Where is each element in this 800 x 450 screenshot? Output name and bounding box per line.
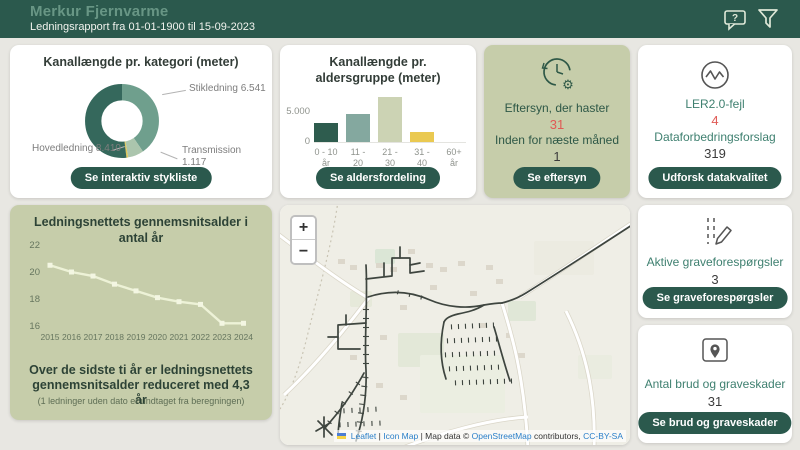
card-network-map: + − Leaflet | Icon Map | Map data © Open… <box>280 205 630 445</box>
bar-0 - 10 år <box>314 123 338 142</box>
dig-requests-label: Aktive graveforespørgsler <box>638 255 792 269</box>
map-attribution: Leaflet | Icon Map | Map data © OpenStre… <box>334 430 626 442</box>
damages-value: 31 <box>638 394 792 409</box>
map-zoom-out-button[interactable]: − <box>292 240 315 263</box>
bar-21 - 30 år <box>378 97 402 142</box>
bar-ytick-5000: 5.000 <box>284 106 310 117</box>
svg-text:2016: 2016 <box>62 332 81 342</box>
inspections-next-month-value: 1 <box>484 149 630 164</box>
svg-text:2021: 2021 <box>170 332 189 342</box>
help-chat-icon[interactable]: ? <box>722 8 748 37</box>
dig-requests-value: 3 <box>638 272 792 287</box>
leaflet-link[interactable]: Leaflet <box>351 431 377 441</box>
data-improvement-label: Dataforbedringsforslag <box>638 130 792 144</box>
card-channel-length-by-category: Kanallængde pr. kategori (meter) Stikled… <box>10 45 272 198</box>
bar-ytick-0: 0 <box>284 136 310 147</box>
svg-text:⚙: ⚙ <box>562 77 574 92</box>
osm-link[interactable]: OpenStreetMap <box>472 431 532 441</box>
see-inspections-button[interactable]: Se eftersyn <box>513 167 600 189</box>
map-zoom-in-button[interactable]: + <box>292 217 315 240</box>
inspections-urgent-label: Eftersyn, der haster <box>484 101 630 115</box>
card-inspections: ⚙ Eftersyn, der haster 31 Inden for næst… <box>484 45 630 198</box>
bar-31 - 40 år <box>410 132 434 142</box>
see-age-distribution-button[interactable]: Se aldersfordeling <box>316 167 440 189</box>
card-channel-length-by-age: Kanallængde pr. aldersgruppe (meter) 5.0… <box>280 45 476 198</box>
see-interactive-parts-list-button[interactable]: Se interaktiv stykliste <box>71 167 212 189</box>
card-breaks-and-damages: Antal brud og graveskader 31 Se brud og … <box>638 325 792 443</box>
see-damages-button[interactable]: Se brud og graveskader <box>638 412 791 434</box>
svg-text:20: 20 <box>29 267 40 278</box>
inspections-next-month-label: Inden for næste måned <box>484 133 630 147</box>
line-chart: 2220181620152016201720182019202020212022… <box>22 237 262 349</box>
card-data-quality: LER2.0-fejl 4 Dataforbedringsforslag 319… <box>638 45 792 198</box>
donut-label-stikledning: Stikledning 6.541 <box>189 83 266 95</box>
service-sync-gear-icon: ⚙ <box>534 53 580 100</box>
svg-text:22: 22 <box>29 240 40 251</box>
svg-text:2022: 2022 <box>191 332 210 342</box>
data-improvement-value: 319 <box>638 146 792 161</box>
svg-text:2020: 2020 <box>148 332 167 342</box>
card-network-average-age: Ledningsnettets gennemsnitsalder i antal… <box>10 205 272 420</box>
bar-chart <box>314 97 466 143</box>
ler-errors-label: LER2.0-fejl <box>638 97 792 111</box>
ukraine-flag-icon <box>337 433 346 439</box>
card-dig-requests: Aktive graveforespørgsler 3 Se gravefore… <box>638 205 792 318</box>
donut-label-hovedledning: Hovedledning 8.410 <box>32 143 121 155</box>
donut-label-transmission: Transmission 1.117 <box>182 145 256 169</box>
bar-11 - 20 år <box>346 114 370 142</box>
svg-text:18: 18 <box>29 294 40 305</box>
app-title: Merkur Fjernvarme <box>30 3 168 20</box>
see-dig-requests-button[interactable]: Se graveforespørgsler <box>643 287 788 309</box>
explore-data-quality-button[interactable]: Udforsk datakvalitet <box>648 167 781 189</box>
svg-text:2019: 2019 <box>127 332 146 342</box>
svg-text:16: 16 <box>29 321 40 332</box>
dig-request-pencil-icon <box>695 214 735 253</box>
app-header: Merkur Fjernvarme Ledningsrapport fra 01… <box>0 0 800 38</box>
report-date-range: Ledningsrapport fra 01-01-1900 til 15-09… <box>30 21 255 33</box>
location-pin-icon <box>695 336 735 373</box>
svg-text:2017: 2017 <box>84 332 103 342</box>
bar-card-title: Kanallængde pr. aldersgruppe (meter) <box>280 55 476 86</box>
svg-text:2018: 2018 <box>105 332 124 342</box>
ler-errors-value: 4 <box>638 113 792 128</box>
svg-text:?: ? <box>732 13 738 24</box>
svg-text:2015: 2015 <box>41 332 60 342</box>
map-zoom-control: + − <box>290 215 317 265</box>
license-link[interactable]: CC-BY-SA <box>583 431 623 441</box>
donut-card-title: Kanallængde pr. kategori (meter) <box>10 55 272 71</box>
inspections-urgent-value: 31 <box>484 117 630 132</box>
svg-text:2023: 2023 <box>213 332 232 342</box>
pulse-icon <box>697 57 733 98</box>
icon-map-link[interactable]: Icon Map <box>383 431 418 441</box>
filter-icon[interactable] <box>756 7 780 36</box>
svg-text:2024: 2024 <box>234 332 253 342</box>
damages-label: Antal brud og graveskader <box>638 377 792 391</box>
network-map[interactable] <box>280 205 630 445</box>
avg-age-footnote: (1 ledninger uden dato er undtaget fra b… <box>10 396 272 406</box>
